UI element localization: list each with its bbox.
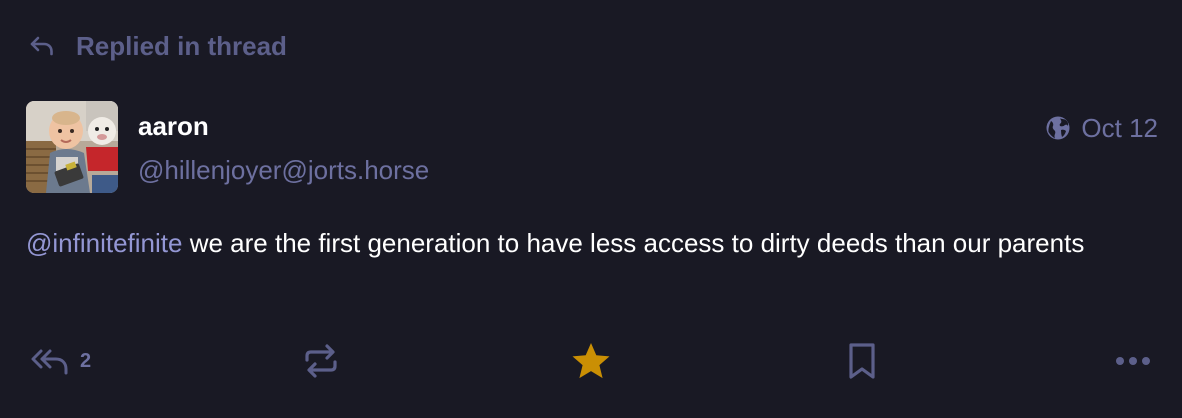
bookmark-button[interactable] (846, 336, 878, 386)
mention-link[interactable]: @infinitefinite (26, 228, 182, 258)
favourite-button[interactable] (570, 336, 612, 386)
avatar[interactable] (26, 101, 118, 193)
prepend-label: Replied in thread (76, 30, 287, 61)
ellipsis-icon (1114, 355, 1154, 367)
reply-count: 2 (80, 349, 92, 372)
status-content: @infinitefinite we are the first generat… (26, 222, 1156, 264)
bookmark-icon (846, 341, 878, 381)
boost-button[interactable] (302, 336, 340, 386)
action-bar: 2 (0, 336, 1182, 386)
more-options-button[interactable] (1114, 336, 1154, 386)
globe-icon (1045, 115, 1071, 141)
boost-icon (302, 342, 340, 380)
status-date: Oct 12 (1081, 113, 1158, 143)
star-icon (570, 340, 612, 382)
replied-in-thread-link[interactable]: Replied in thread (28, 28, 287, 64)
status-meta[interactable]: Oct 12 (1045, 112, 1158, 144)
account-handle[interactable]: @hillenjoyer@jorts.horse (138, 154, 429, 186)
reply-all-button[interactable]: 2 (30, 336, 91, 386)
status-card: Replied in thread aaron @hillenjoyer@jor… (0, 0, 1182, 418)
reply-all-icon (30, 345, 72, 377)
reply-icon (28, 32, 56, 60)
display-name[interactable]: aaron (138, 110, 209, 142)
status-text: we are the first generation to have less… (182, 228, 1085, 258)
